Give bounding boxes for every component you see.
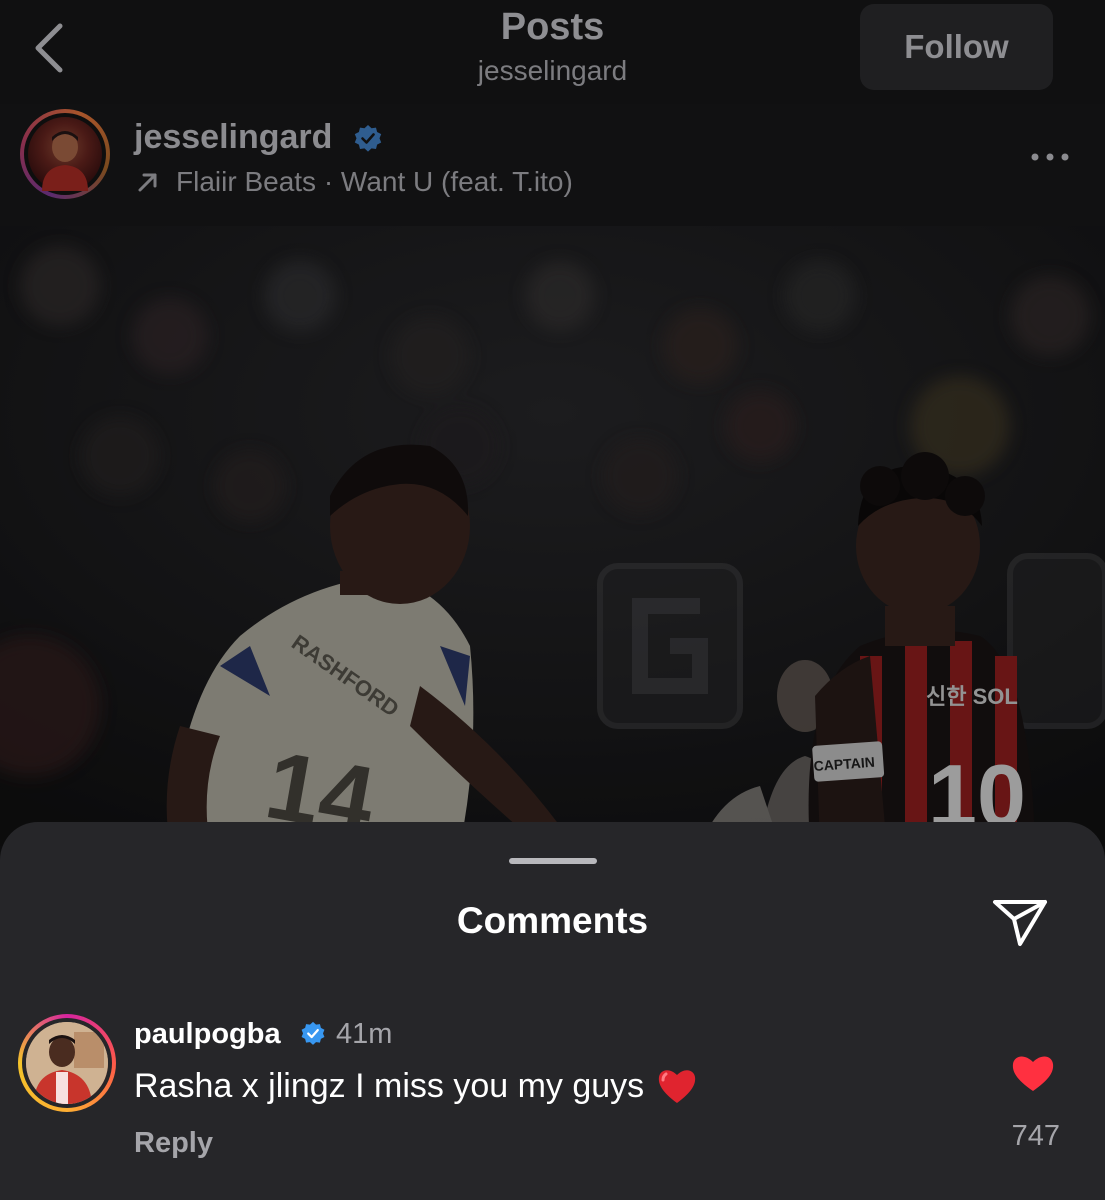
avatar-image bbox=[28, 117, 102, 191]
top-nav: Posts jesselingard Follow bbox=[0, 0, 1105, 104]
follow-button[interactable]: Follow bbox=[860, 4, 1053, 90]
comment-username[interactable]: paulpogba bbox=[134, 1018, 281, 1051]
post-photo[interactable]: RASHFORD 14 CAPTAIN 신한 SOL 10 bbox=[0, 226, 1105, 846]
comments-title: Comments bbox=[456, 900, 649, 941]
music-attribution[interactable]: Flaiir Beats · Want U (feat. T.ito) bbox=[136, 166, 573, 198]
post-screen: Posts jesselingard Follow jesselingard F… bbox=[0, 0, 1105, 1200]
post-author-username[interactable]: jesselingard bbox=[134, 118, 332, 157]
verified-badge-icon bbox=[354, 125, 382, 152]
comment-author-avatar[interactable] bbox=[18, 1014, 116, 1112]
post-header: jesselingard Flaiir Beats · Want U (feat… bbox=[0, 104, 1105, 226]
share-button[interactable] bbox=[990, 894, 1050, 950]
red-heart-emoji-icon bbox=[659, 1070, 696, 1103]
verified-badge-icon bbox=[301, 1021, 325, 1045]
avatar-image bbox=[26, 1022, 108, 1104]
send-icon bbox=[993, 900, 1047, 946]
arrow-up-right-icon bbox=[138, 173, 157, 192]
post-author-avatar[interactable] bbox=[20, 109, 110, 199]
sheet-grabber[interactable] bbox=[509, 858, 597, 864]
more-horizontal-icon bbox=[1031, 153, 1069, 161]
avatar-face-illustration bbox=[42, 131, 88, 191]
post-photo-illustration: RASHFORD 14 CAPTAIN 신한 SOL 10 bbox=[0, 226, 1105, 846]
more-options-button[interactable] bbox=[1026, 142, 1076, 172]
comment-like-count: 747 bbox=[1011, 1120, 1060, 1152]
heart-filled-icon bbox=[1012, 1056, 1054, 1091]
comment-like-button[interactable] bbox=[1010, 1052, 1056, 1094]
music-label: Flaiir Beats · Want U (feat. T.ito) bbox=[176, 166, 573, 197]
comment-body: Rasha x jlingz I miss you my guys bbox=[134, 1066, 698, 1106]
comments-sheet: Comments paulpogba 41m Rasha x jlingz I … bbox=[0, 822, 1105, 1200]
comment-timestamp: 41m bbox=[336, 1018, 393, 1050]
avatar-person-illustration bbox=[26, 1022, 108, 1104]
reply-button[interactable]: Reply bbox=[134, 1127, 213, 1160]
comment-text: Rasha x jlingz I miss you my guys bbox=[134, 1066, 645, 1105]
